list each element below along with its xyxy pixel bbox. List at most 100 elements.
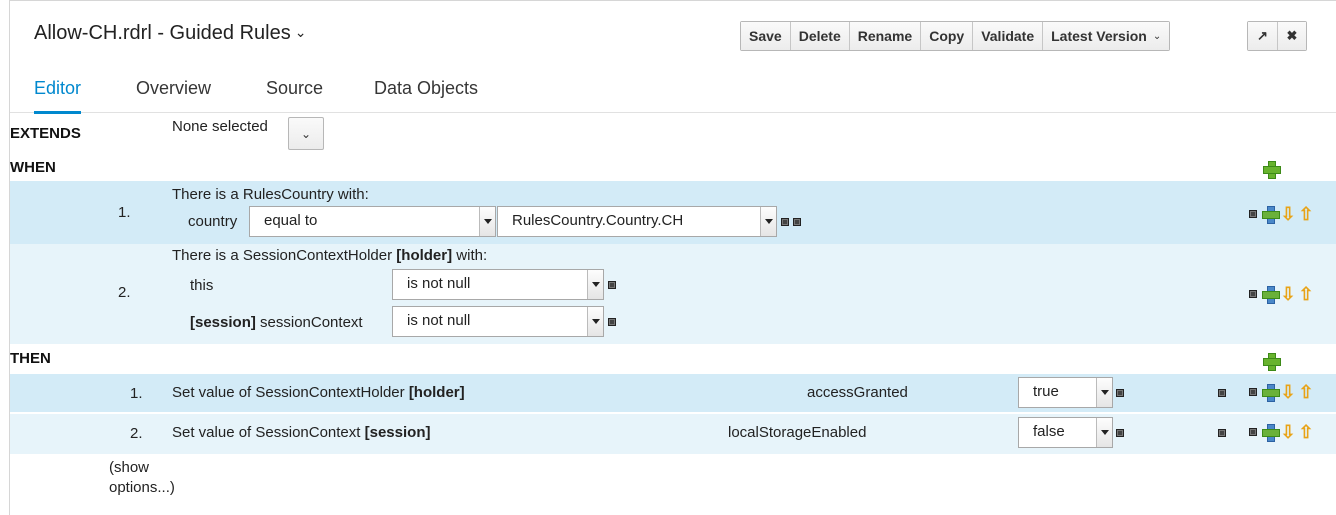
rename-button[interactable]: Rename: [848, 22, 921, 50]
remove-icon[interactable]: [1218, 429, 1226, 437]
remove-icon[interactable]: [608, 281, 616, 289]
dropdown-arrow-icon: [587, 270, 603, 299]
tab-data-objects[interactable]: Data Objects: [374, 78, 478, 99]
copy-button[interactable]: Copy: [920, 22, 973, 50]
latest-version-dropdown[interactable]: Latest Version ⌄: [1042, 22, 1170, 50]
extends-label: EXTENDS: [10, 125, 81, 142]
operator-value: is not null: [407, 312, 471, 329]
move-down-icon[interactable]: ⇩: [1280, 423, 1296, 441]
validate-button[interactable]: Validate: [972, 22, 1043, 50]
value-text: true: [1033, 383, 1059, 400]
remove-icon[interactable]: [781, 218, 789, 226]
field-name: country: [188, 213, 238, 230]
chevron-down-icon: ⌄: [300, 126, 312, 141]
value-select[interactable]: RulesCountry.Country.CH: [497, 206, 777, 237]
dropdown-arrow-icon: [760, 207, 776, 236]
title-text: Allow-CH.rdrl - Guided Rules: [34, 22, 291, 44]
remove-icon[interactable]: [1116, 389, 1124, 397]
operator-select[interactable]: is not null: [392, 306, 604, 337]
move-up-icon[interactable]: ⇧: [1298, 205, 1314, 223]
value-select[interactable]: true: [1018, 377, 1113, 408]
condition-row: 1. There is a RulesCountry with: country…: [10, 181, 1336, 244]
extends-dropdown-button[interactable]: ⌄: [288, 117, 324, 150]
move-up-icon[interactable]: ⇧: [1298, 285, 1314, 303]
save-button[interactable]: Save: [741, 22, 790, 50]
action-field: accessGranted: [807, 384, 908, 401]
remove-icon[interactable]: [1116, 429, 1124, 437]
row-controls: ⇩ ⇧: [1249, 285, 1314, 304]
remove-icon[interactable]: [1249, 290, 1257, 298]
dropdown-arrow-icon: [587, 307, 603, 336]
binding-name: [session]: [190, 314, 256, 331]
condition-header: There is a RulesCountry with:: [172, 186, 369, 203]
action-label: Set value of SessionContextHolder: [172, 384, 409, 401]
move-down-icon[interactable]: ⇩: [1280, 205, 1296, 223]
add-condition-button[interactable]: [1263, 161, 1281, 179]
dropdown-arrow-icon: [1096, 418, 1112, 447]
show-options-link[interactable]: (show options...): [109, 458, 175, 498]
tab-bar: Editor Overview Source Data Objects: [10, 70, 1336, 114]
chevron-down-icon: ⌄: [1152, 30, 1162, 42]
close-icon[interactable]: ✖: [1277, 22, 1306, 50]
maximize-icon[interactable]: ↗: [1248, 22, 1277, 50]
add-icon: [1263, 161, 1281, 179]
row-controls: ⇩ ⇧: [1249, 205, 1314, 224]
action-text: Set value of SessionContext [session]: [172, 424, 430, 441]
condition-row: 2. There is a SessionContextHolder [hold…: [10, 244, 1336, 344]
binding-name: [holder]: [396, 247, 453, 264]
frame-top-border: [9, 0, 1336, 1]
action-label: Set value of SessionContext: [172, 424, 365, 441]
action-number: 2.: [130, 425, 143, 442]
operator-select[interactable]: equal to: [249, 206, 496, 237]
move-up-icon[interactable]: ⇧: [1298, 423, 1314, 441]
when-label: WHEN: [10, 159, 56, 176]
add-icon: [1263, 353, 1281, 371]
remove-icon[interactable]: [608, 318, 616, 326]
operator-select[interactable]: is not null: [392, 269, 604, 300]
then-label: THEN: [10, 350, 51, 367]
value-text: false: [1033, 423, 1065, 440]
dropdown-arrow-icon: [1096, 378, 1112, 407]
remove-icon[interactable]: [1249, 388, 1257, 396]
insert-icon[interactable]: [1262, 206, 1280, 224]
insert-icon[interactable]: [1262, 286, 1280, 304]
delete-button[interactable]: Delete: [789, 22, 849, 50]
tab-editor[interactable]: Editor: [34, 78, 82, 114]
tab-source[interactable]: Source: [266, 78, 323, 99]
show-options-line2: options...): [109, 479, 175, 496]
action-row: 2. Set value of SessionContext [session]…: [10, 414, 1336, 454]
remove-icon[interactable]: [793, 218, 801, 226]
tab-overview[interactable]: Overview: [136, 78, 211, 99]
add-action-button[interactable]: [1263, 353, 1281, 371]
condition-number: 1.: [118, 204, 131, 221]
dropdown-arrow-icon: [479, 207, 495, 236]
action-number: 1.: [130, 385, 143, 402]
show-options-line1: (show: [109, 459, 150, 476]
move-up-icon[interactable]: ⇧: [1298, 383, 1314, 401]
value-select[interactable]: false: [1018, 417, 1113, 448]
action-row: 1. Set value of SessionContextHolder [ho…: [10, 374, 1336, 412]
operator-value: is not null: [407, 275, 471, 292]
insert-icon[interactable]: [1262, 424, 1280, 442]
operator-value: equal to: [264, 212, 318, 229]
window-controls: ↗ ✖: [1247, 21, 1307, 51]
header-pre: There is a SessionContextHolder: [172, 247, 397, 264]
action-text: Set value of SessionContextHolder [holde…: [172, 384, 465, 401]
remove-icon[interactable]: [1249, 210, 1257, 218]
insert-icon[interactable]: [1262, 384, 1280, 402]
header-post: with:: [452, 247, 488, 264]
field-label: sessionContext: [255, 314, 363, 331]
row-controls: ⇩ ⇧: [1249, 383, 1314, 402]
latest-version-label: Latest Version: [1051, 28, 1147, 44]
condition-number: 2.: [118, 284, 131, 301]
toolbar: Save Delete Rename Copy Validate Latest …: [740, 21, 1171, 51]
move-down-icon[interactable]: ⇩: [1280, 383, 1296, 401]
extends-value: None selected: [172, 118, 268, 135]
field-name: [session] sessionContext: [190, 314, 363, 331]
page-title[interactable]: Allow-CH.rdrl - Guided Rules ⌄: [34, 22, 306, 45]
move-down-icon[interactable]: ⇩: [1280, 285, 1296, 303]
remove-icon[interactable]: [1218, 389, 1226, 397]
remove-icon[interactable]: [1249, 428, 1257, 436]
binding-name: [session]: [364, 424, 431, 441]
chevron-down-icon[interactable]: ⌄: [295, 24, 307, 41]
